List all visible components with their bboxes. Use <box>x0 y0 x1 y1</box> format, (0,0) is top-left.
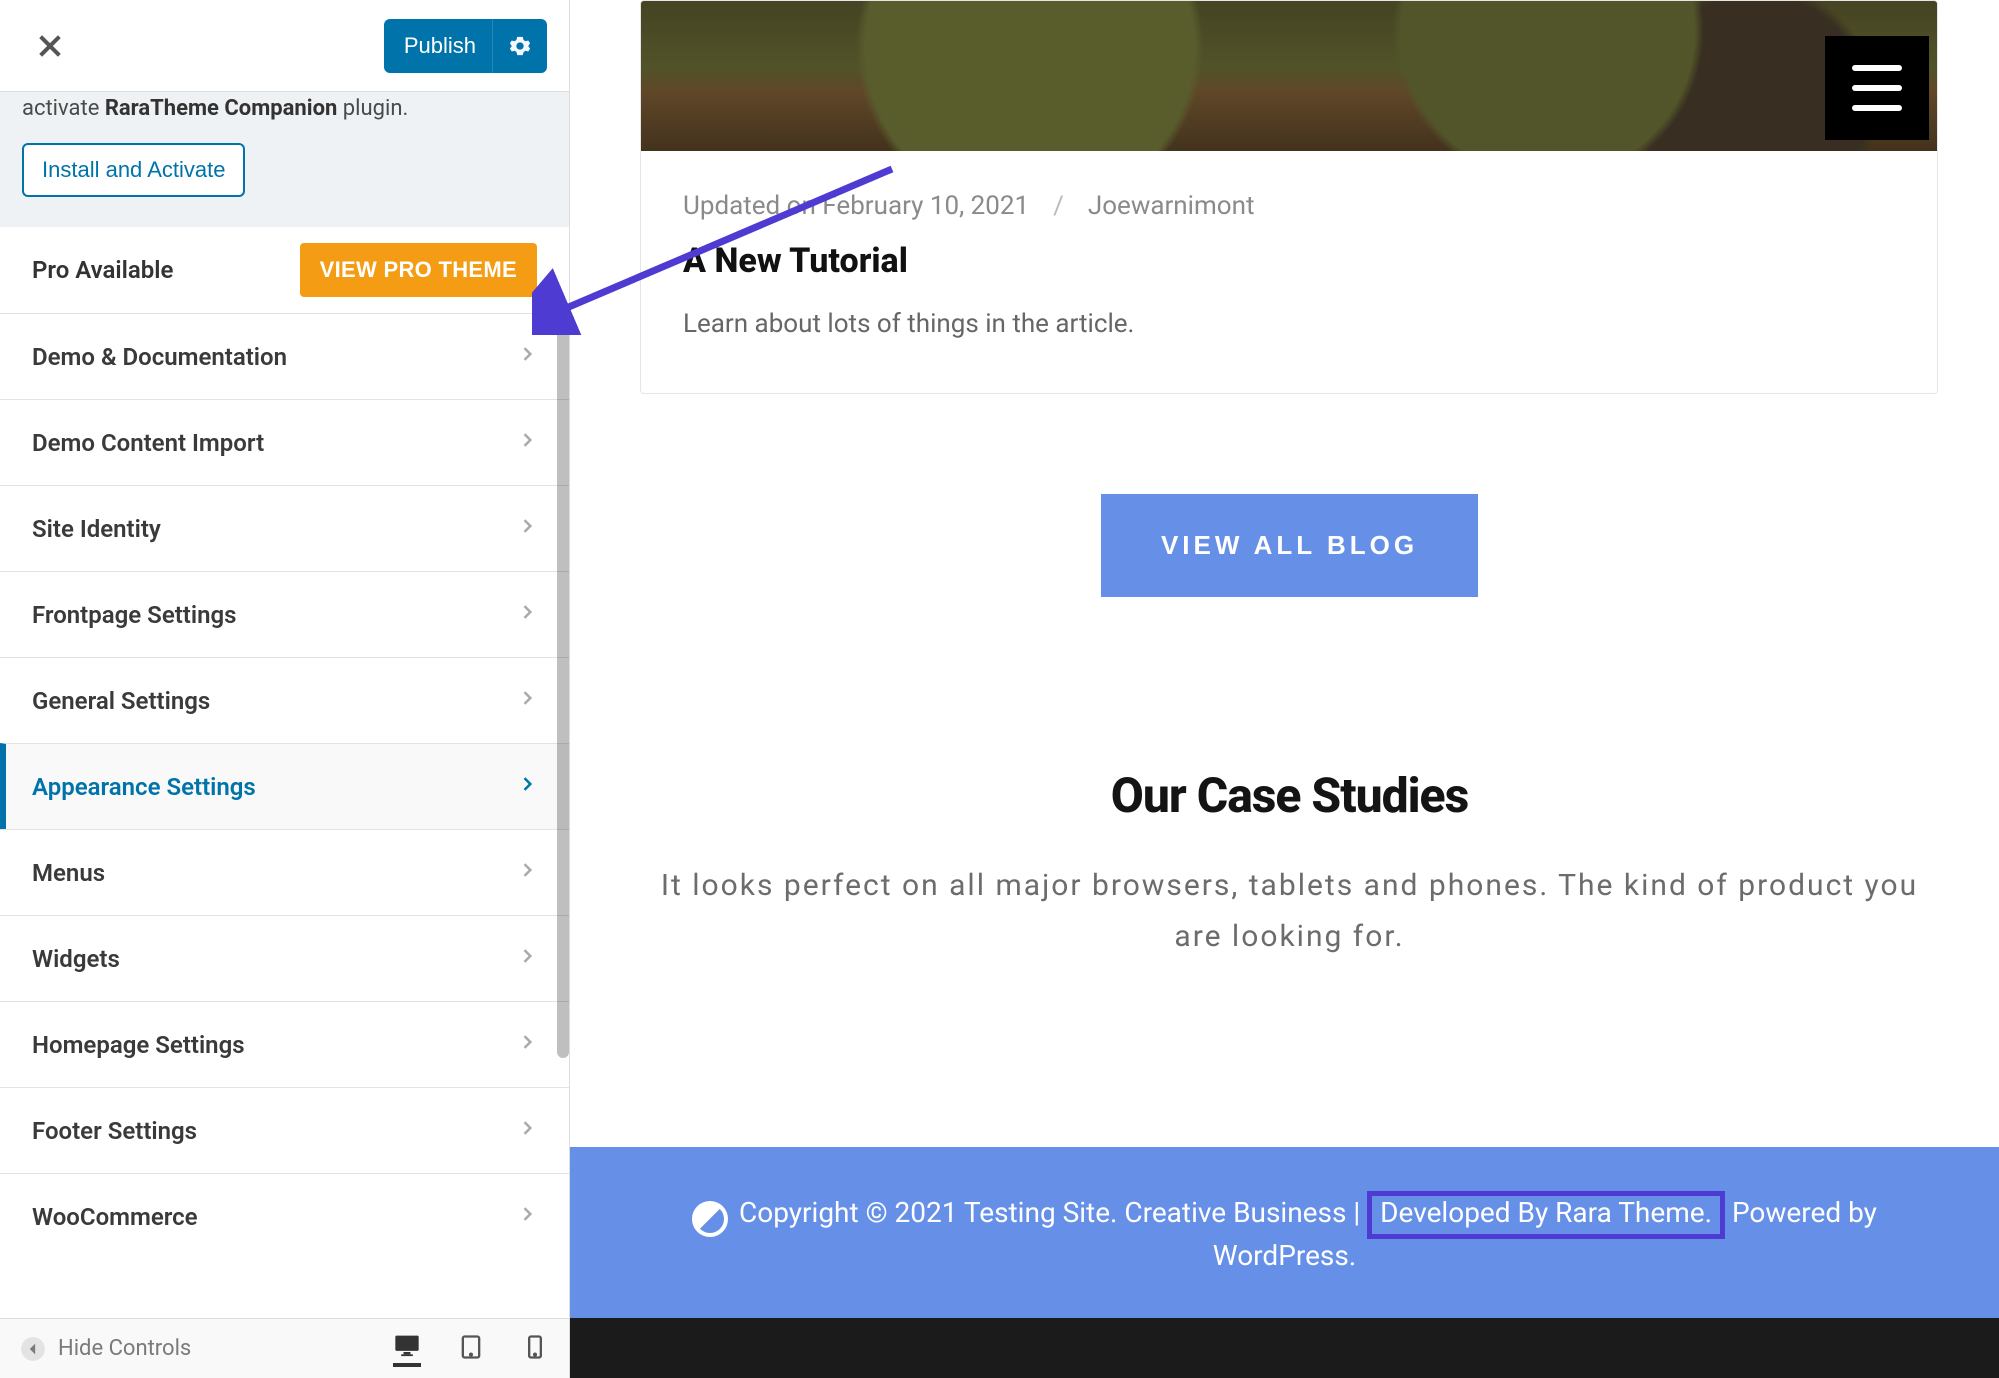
chevron-right-icon <box>517 340 537 374</box>
panel-label: Frontpage Settings <box>32 601 237 629</box>
preview-bottom-bar <box>570 1318 1999 1378</box>
notice-suffix: plugin. <box>337 96 408 121</box>
case-studies-section: Our Case Studies It looks perfect on all… <box>640 767 1939 962</box>
panel-homepage-settings[interactable]: Homepage Settings <box>0 1001 569 1087</box>
card-title: A New Tutorial <box>683 241 1895 281</box>
panel-appearance-settings[interactable]: Appearance Settings <box>0 743 569 829</box>
panel-label: General Settings <box>32 687 210 715</box>
close-customizer-button[interactable] <box>22 18 78 74</box>
blog-card[interactable]: Updated on February 10, 2021 / Joewarnim… <box>640 0 1938 394</box>
chevron-right-icon <box>517 770 537 804</box>
notice-plugin-name: RaraTheme Companion <box>105 96 338 121</box>
footer-pipe: | <box>1353 1196 1367 1229</box>
footer-developed-by[interactable]: Developed By Rara Theme. <box>1367 1191 1725 1239</box>
chevron-right-icon <box>517 856 537 890</box>
hide-controls-label: Hide Controls <box>58 1336 191 1361</box>
site-footer: Copyright © 2021 Testing Site. Creative … <box>570 1147 1999 1318</box>
hide-controls-button[interactable]: Hide Controls <box>20 1336 191 1362</box>
hamburger-bar <box>1852 85 1902 91</box>
panel-label: Footer Settings <box>32 1117 197 1145</box>
card-featured-image <box>641 1 1937 151</box>
panel-label: Site Identity <box>32 515 161 543</box>
panel-label: Homepage Settings <box>32 1031 245 1059</box>
panel-site-identity[interactable]: Site Identity <box>0 485 569 571</box>
footer-powered-by-2: WordPress. <box>1213 1239 1356 1272</box>
plugin-notice: activate RaraTheme Companion plugin. Ins… <box>0 92 569 227</box>
chevron-right-icon <box>517 598 537 632</box>
scrollbar[interactable] <box>557 327 569 1058</box>
customizer-panel: Publish activate RaraTheme Companion plu… <box>0 0 570 1378</box>
chevron-right-icon <box>517 512 537 546</box>
hamburger-bar <box>1852 105 1902 111</box>
customizer-scroll-area: Pro Available VIEW PRO THEME Demo & Docu… <box>0 227 569 1318</box>
case-studies-title: Our Case Studies <box>640 767 1939 824</box>
panel-pro-available[interactable]: Pro Available VIEW PRO THEME <box>0 227 569 313</box>
footer-copyright: Copyright © 2021 Testing Site. Creative … <box>739 1196 1353 1229</box>
hamburger-menu-button[interactable] <box>1825 36 1929 140</box>
pro-available-label: Pro Available <box>32 256 173 284</box>
gear-icon <box>509 35 531 57</box>
customizer-footer: Hide Controls <box>0 1318 569 1378</box>
panel-demo-documentation[interactable]: Demo & Documentation <box>0 313 569 399</box>
chevron-right-icon <box>517 1200 537 1234</box>
card-author: Joewarnimont <box>1088 191 1255 221</box>
panel-label: WooCommerce <box>32 1203 198 1231</box>
publish-settings-button[interactable] <box>492 19 547 73</box>
panel-label: Demo Content Import <box>32 429 264 457</box>
panel-frontpage-settings[interactable]: Frontpage Settings <box>0 571 569 657</box>
publish-button[interactable]: Publish <box>384 19 492 73</box>
card-updated-date: Updated on February 10, 2021 <box>683 191 1029 221</box>
panel-menus[interactable]: Menus <box>0 829 569 915</box>
chevron-right-icon <box>517 426 537 460</box>
panel-label: Appearance Settings <box>32 773 256 801</box>
panel-label: Widgets <box>32 945 120 973</box>
tablet-icon <box>457 1333 485 1361</box>
install-activate-button[interactable]: Install and Activate <box>22 143 245 197</box>
chevron-right-icon <box>517 1114 537 1148</box>
collapse-icon <box>20 1336 46 1362</box>
panel-woocommerce[interactable]: WooCommerce <box>0 1173 569 1259</box>
view-all-blog-button[interactable]: VIEW ALL BLOG <box>1101 494 1478 597</box>
close-icon <box>34 30 66 62</box>
panel-footer-settings[interactable]: Footer Settings <box>0 1087 569 1173</box>
device-switcher <box>393 1331 549 1367</box>
panel-demo-content-import[interactable]: Demo Content Import <box>0 399 569 485</box>
notice-prefix: activate <box>22 96 105 121</box>
desktop-icon <box>393 1331 421 1359</box>
panel-label: Menus <box>32 859 105 887</box>
chevron-right-icon <box>517 1028 537 1062</box>
chevron-right-icon <box>517 684 537 718</box>
mobile-icon <box>521 1333 549 1361</box>
card-meta: Updated on February 10, 2021 / Joewarnim… <box>683 191 1895 221</box>
panel-widgets[interactable]: Widgets <box>0 915 569 1001</box>
hamburger-bar <box>1852 65 1902 71</box>
customizer-panel-list: Pro Available VIEW PRO THEME Demo & Docu… <box>0 227 569 1259</box>
view-pro-theme-button[interactable]: VIEW PRO THEME <box>300 243 537 297</box>
panel-general-settings[interactable]: General Settings <box>0 657 569 743</box>
device-tablet-button[interactable] <box>457 1333 485 1365</box>
card-description: Learn about lots of things in the articl… <box>683 309 1895 339</box>
customizer-topbar: Publish <box>0 0 569 92</box>
panel-label: Demo & Documentation <box>32 343 287 371</box>
footer-powered-by-1: Powered by <box>1732 1196 1877 1229</box>
meta-separator: / <box>1053 191 1064 221</box>
device-mobile-button[interactable] <box>521 1333 549 1365</box>
footer-badge-icon <box>692 1201 728 1237</box>
chevron-right-icon <box>517 942 537 976</box>
case-studies-subtitle: It looks perfect on all major browsers, … <box>640 860 1939 962</box>
preview-pane: Updated on February 10, 2021 / Joewarnim… <box>570 0 1999 1318</box>
device-desktop-button[interactable] <box>393 1331 421 1367</box>
